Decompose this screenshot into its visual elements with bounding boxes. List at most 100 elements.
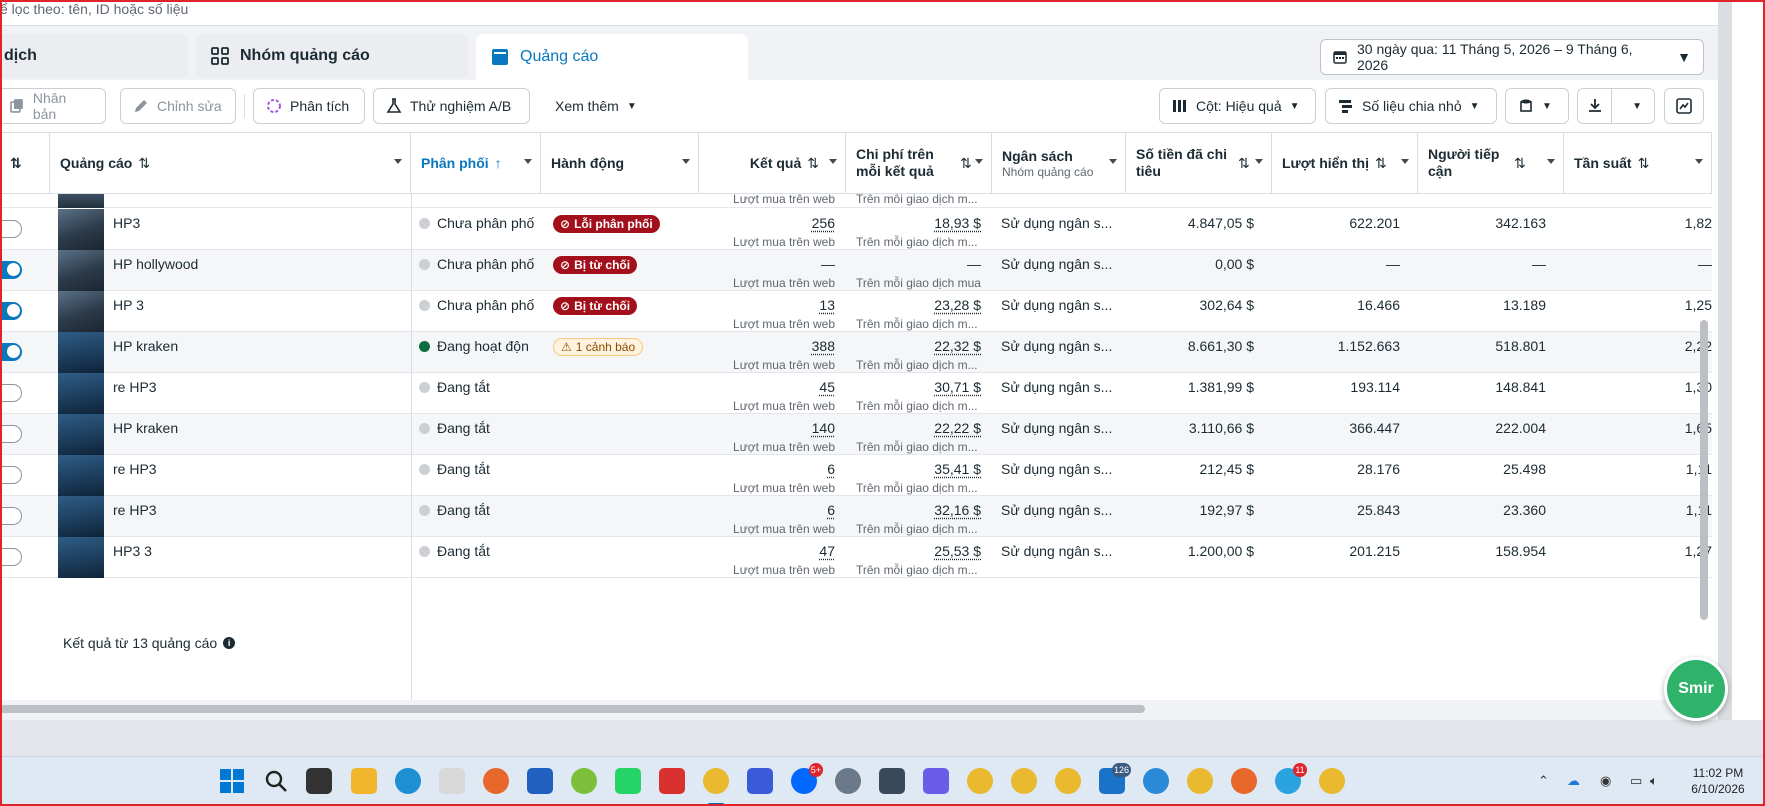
cost-per-result-value[interactable]: 22,32 $	[934, 338, 981, 354]
status-badge[interactable]: ⚠ 1 cảnh báo	[553, 338, 644, 356]
column-header-results[interactable]: Kết quả ⇅	[699, 133, 846, 193]
column-header-delivery[interactable]: Phân phối ↑	[411, 133, 541, 193]
table-row[interactable]: HP3 3 Đang tắt 47 Lượt mua trên web 25,53 $ T…	[0, 537, 1712, 578]
ad-name[interactable]: HP hollywood	[113, 256, 198, 272]
file-explorer-icon[interactable]	[351, 768, 377, 794]
table-row[interactable]: HP hollywood Chưa phân phố ⊘ Bị từ chối — Lượ…	[0, 250, 1712, 291]
column-header-reach[interactable]: Người tiếp cận ⇅	[1418, 133, 1564, 193]
ad-status-toggle[interactable]	[0, 425, 22, 443]
tab-ad-sets[interactable]: Nhóm quảng cáo	[196, 34, 468, 78]
task-view-icon[interactable]	[306, 768, 332, 794]
ab-test-button[interactable]: Thử nghiệm A/B	[373, 88, 530, 124]
ad-name[interactable]: HP kraken	[113, 420, 178, 436]
cost-per-result-value[interactable]: 30,71 $	[934, 379, 981, 395]
cost-per-result-value[interactable]: 22,22 $	[934, 420, 981, 436]
cost-per-result-value[interactable]: 32,16 $	[934, 502, 981, 518]
columns-button[interactable]: Cột: Hiệu quả ▼	[1159, 88, 1316, 124]
telegram-icon[interactable]: 11	[1275, 763, 1307, 794]
reports-button[interactable]: ▼	[1505, 88, 1569, 124]
tab-campaigns[interactable]: dịch	[0, 34, 188, 78]
table-vertical-scrollbar[interactable]	[1700, 320, 1708, 620]
chevron-up-icon[interactable]: ⌃	[1538, 773, 1549, 789]
firefox-icon[interactable]	[1231, 768, 1257, 794]
results-value[interactable]: —	[821, 256, 835, 272]
sort-toggle-header[interactable]: ⇅	[0, 133, 50, 193]
table-row[interactable]: re HP3 Đang tắt 6 Lượt mua trên web 35,41 $ T…	[0, 455, 1712, 496]
ad-status-toggle[interactable]	[0, 343, 22, 361]
ad-status-toggle[interactable]	[0, 548, 22, 566]
results-value[interactable]: 388	[812, 338, 835, 354]
search-icon[interactable]	[263, 768, 289, 794]
export-options-chevron-icon[interactable]: ▼	[1620, 101, 1654, 112]
ad-name[interactable]: re HP3	[113, 379, 157, 395]
ad-name[interactable]: re HP3	[113, 461, 157, 477]
duplicate-button[interactable]: Nhân bản	[0, 88, 106, 124]
chat-assistant-button[interactable]: Smir	[1664, 657, 1728, 721]
ad-status-toggle[interactable]	[0, 302, 22, 320]
cost-per-result-value[interactable]: 23,28 $	[934, 297, 981, 313]
volume-icon[interactable]: 🔈︎	[1650, 773, 1658, 789]
ad-name[interactable]: HP3	[113, 215, 140, 231]
results-value[interactable]: 45	[819, 379, 835, 395]
status-badge[interactable]: ⊘ Bị từ chối	[553, 256, 638, 274]
ad-name[interactable]: re HP3	[113, 502, 157, 518]
cost-per-result-value[interactable]: 18,93 $	[934, 215, 981, 231]
cost-per-result-value[interactable]: —	[967, 256, 981, 272]
chrome-profile-icon[interactable]	[1055, 768, 1081, 794]
filter-search-bar[interactable]: ể lọc theo: tên, ID hoặc số liệu	[0, 0, 1718, 26]
chart-view-button[interactable]	[1664, 88, 1704, 124]
column-header-impressions[interactable]: Lượt hiển thị ⇅	[1272, 133, 1418, 193]
store-icon[interactable]	[527, 768, 553, 794]
ad-name[interactable]: HP 3	[113, 297, 144, 313]
ad-status-toggle[interactable]	[0, 384, 22, 402]
ad-name[interactable]: HP3 3	[113, 543, 152, 559]
coccoc-icon[interactable]	[571, 768, 597, 794]
app-icon[interactable]	[747, 768, 773, 794]
results-value[interactable]: 256	[812, 215, 835, 231]
ad-status-toggle[interactable]	[0, 466, 22, 484]
chrome-profile-icon[interactable]	[967, 768, 993, 794]
results-value[interactable]: 13	[819, 297, 835, 313]
results-value[interactable]: 6	[827, 502, 835, 518]
more-button[interactable]: Xem thêm ▼	[542, 88, 652, 124]
copilot-icon[interactable]	[923, 768, 949, 794]
table-row[interactable]: HP kraken Đang hoạt độn ⚠ 1 cảnh báo 388 Lượt…	[0, 332, 1712, 373]
onedrive-icon[interactable]: ☁	[1567, 773, 1580, 789]
settings-gear-icon[interactable]	[835, 768, 861, 794]
column-header-budget[interactable]: Ngân sách Nhóm quảng cáo	[992, 133, 1126, 193]
analyze-button[interactable]: Phân tích	[253, 88, 365, 124]
info-icon[interactable]: i	[223, 637, 236, 649]
windows-start-icon[interactable]	[219, 768, 245, 794]
ad-status-toggle[interactable]	[0, 507, 22, 525]
tab-ads[interactable]: Quảng cáo	[476, 34, 748, 80]
breakdown-button[interactable]: Số liệu chia nhỏ ▼	[1325, 88, 1497, 124]
status-badge[interactable]: ⊘ Bị từ chối	[553, 297, 638, 315]
wps-office-icon[interactable]	[659, 768, 685, 794]
edge-icon[interactable]	[395, 768, 421, 794]
download-button[interactable]	[1578, 89, 1613, 123]
cost-per-result-value[interactable]: 25,53 $	[934, 543, 981, 559]
table-row[interactable]: HP 3 Chưa phân phố ⊘ Bị từ chối 13 Lượt mua t…	[0, 291, 1712, 332]
whatsapp-icon[interactable]	[615, 768, 641, 794]
chrome-icon[interactable]	[703, 768, 729, 806]
firefox-icon[interactable]	[483, 768, 509, 794]
column-header-cost-per-result[interactable]: Chi phí trên mỗi kết quả ⇅	[846, 133, 992, 193]
page-scrollbar[interactable]	[1718, 0, 1732, 720]
table-row[interactable]: HP kraken Đang tắt 140 Lượt mua trên web 22,…	[0, 414, 1712, 455]
date-range-picker[interactable]: 30 ngày qua: 11 Tháng 5, 2026 – 9 Tháng …	[1320, 39, 1704, 75]
teamviewer-icon[interactable]: 126	[1099, 763, 1131, 794]
ad-status-toggle[interactable]	[0, 220, 22, 238]
edit-button[interactable]: Chỉnh sửa	[120, 88, 236, 124]
column-header-spent[interactable]: Số tiền đã chi tiêu ⇅	[1126, 133, 1272, 193]
chrome-profile-icon[interactable]	[1011, 768, 1037, 794]
table-row[interactable]: re HP3 Đang tắt 45 Lượt mua trên web 30,71 $…	[0, 373, 1712, 414]
cost-per-result-value[interactable]: 35,41 $	[934, 461, 981, 477]
column-header-ad[interactable]: Quảng cáo ⇅	[50, 133, 411, 193]
system-clock[interactable]: 11:02 PM 6/10/2026	[1676, 765, 1760, 797]
ad-name[interactable]: HP kraken	[113, 338, 178, 354]
results-value[interactable]: 6	[827, 461, 835, 477]
network-icon[interactable]: ◉	[1600, 773, 1611, 789]
column-header-frequency[interactable]: Tần suất ⇅	[1564, 133, 1712, 193]
table-row[interactable]: HP3 Chưa phân phố ⊘ Lỗi phân phối 256 Lượt mu…	[0, 209, 1712, 250]
app-icon[interactable]	[1143, 768, 1169, 794]
